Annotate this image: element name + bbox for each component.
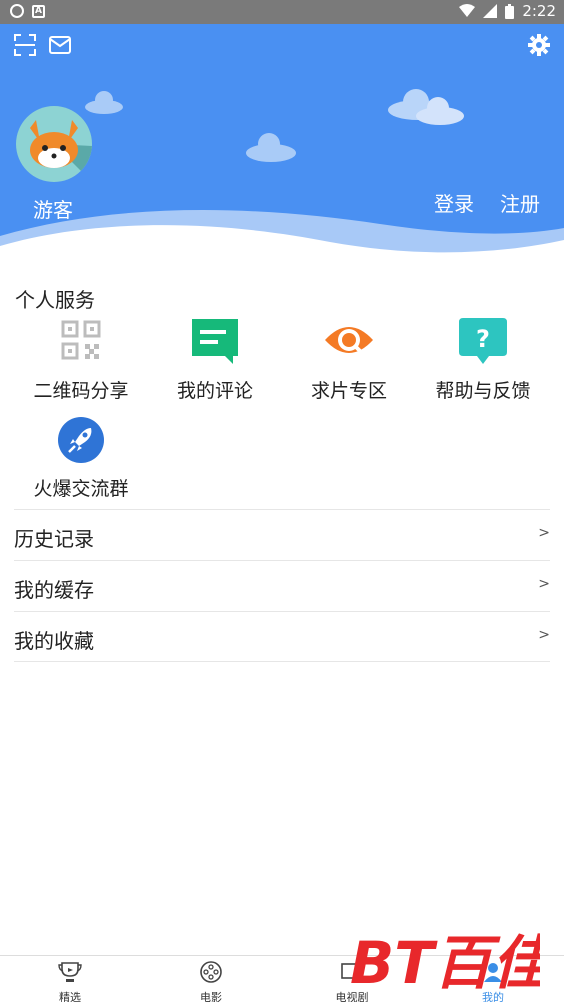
watermark-logo: BT百佳 (350, 929, 540, 991)
service-hot-group[interactable]: 火爆交流群 (14, 414, 148, 501)
profile-header: 游客 登录 注册 (0, 24, 564, 266)
comment-icon (192, 319, 238, 364)
trophy-icon (58, 962, 82, 982)
app-a-icon: A (32, 4, 45, 18)
cloud-decoration (85, 91, 123, 114)
wifi-icon (459, 4, 476, 17)
menu-cache[interactable]: 我的缓存 > (14, 560, 550, 611)
chevron-right-icon: > (538, 525, 550, 541)
nav-featured[interactable]: 精选 (30, 960, 110, 1002)
header-wave (0, 210, 564, 266)
service-movie-request[interactable]: 求片专区 (282, 316, 416, 403)
menu-favorites[interactable]: 我的收藏 > (14, 611, 550, 662)
svg-text:?: ? (476, 325, 490, 353)
settings-gear-icon[interactable] (528, 34, 550, 56)
help-icon: ? (459, 318, 507, 364)
service-label: 求片专区 (310, 380, 387, 402)
avatar[interactable] (16, 106, 92, 182)
fox-avatar-icon (30, 120, 92, 182)
service-label: 火爆交流群 (33, 478, 129, 500)
menu-label: 我的缓存 (14, 578, 94, 602)
menu-history[interactable]: 历史记录 > (14, 509, 550, 560)
rocket-icon (58, 417, 104, 463)
sync-icon (10, 4, 24, 18)
nav-label: 电影 (200, 991, 222, 1002)
status-bar: A 2:22 (0, 0, 564, 24)
svg-text:BT百佳: BT百佳 (350, 929, 540, 991)
film-reel-icon (200, 961, 222, 983)
service-help-feedback[interactable]: ? 帮助与反馈 (416, 316, 550, 403)
nav-movies[interactable]: 电影 (171, 960, 251, 1002)
personal-services-title: 个人服务 (15, 288, 95, 312)
service-qr-share[interactable]: 二维码分享 (14, 316, 148, 403)
mail-icon[interactable] (49, 34, 71, 56)
chevron-right-icon: > (538, 627, 550, 643)
service-label: 帮助与反馈 (435, 380, 531, 402)
menu-label: 我的收藏 (14, 629, 94, 653)
search-eye-icon (325, 327, 373, 354)
menu-label: 历史记录 (14, 527, 94, 551)
battery-icon (505, 3, 515, 19)
scan-icon[interactable] (14, 34, 36, 56)
service-label: 我的评论 (176, 380, 253, 402)
nav-label: 精选 (59, 991, 81, 1002)
cloud-decoration (388, 89, 464, 125)
status-time: 2:22 (522, 2, 556, 20)
chevron-right-icon: > (538, 576, 550, 592)
service-my-comments[interactable]: 我的评论 (148, 316, 282, 403)
signal-icon (483, 4, 498, 18)
service-label: 二维码分享 (33, 380, 129, 402)
cloud-decoration (246, 133, 296, 162)
qr-code-icon (61, 320, 101, 360)
